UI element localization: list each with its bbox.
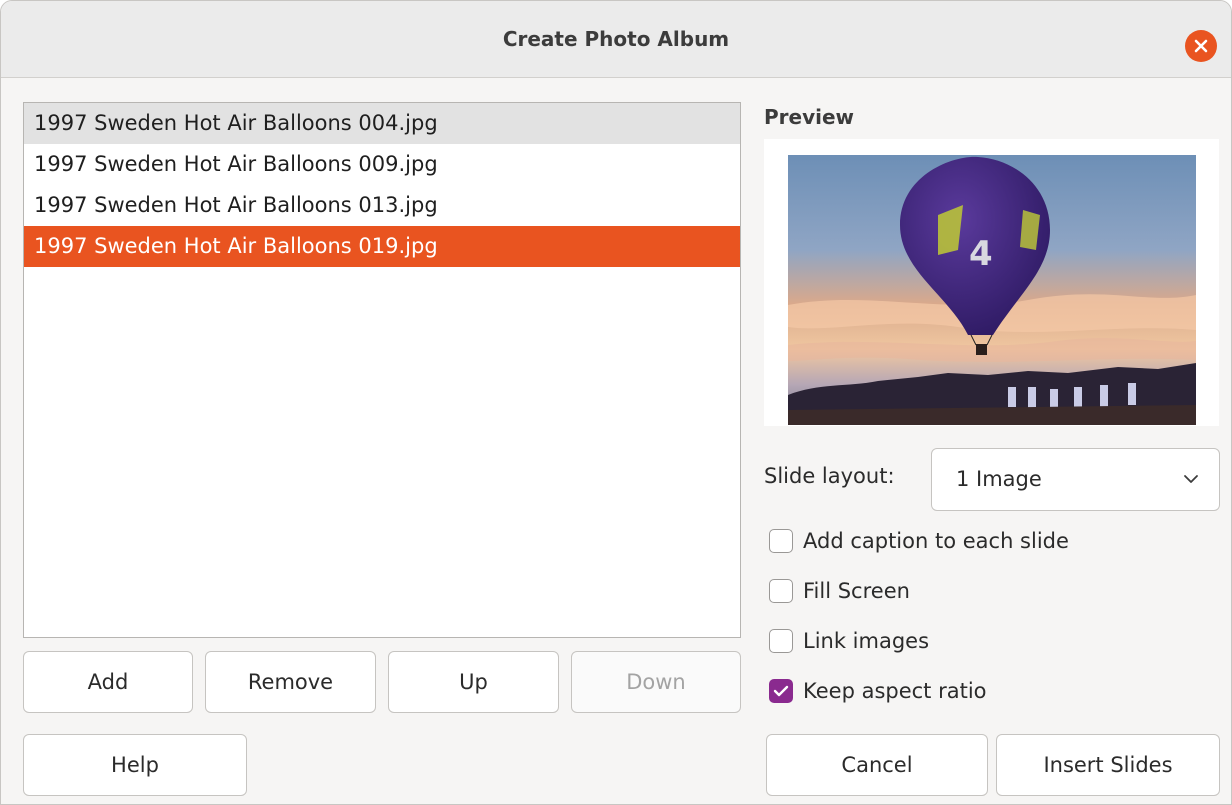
preview-image: 4 bbox=[788, 155, 1196, 425]
link-images-checkbox[interactable]: Link images bbox=[769, 626, 929, 656]
add-caption-label: Add caption to each slide bbox=[803, 529, 1069, 553]
remove-button[interactable]: Remove bbox=[205, 651, 376, 713]
image-file-list[interactable]: 1997 Sweden Hot Air Balloons 004.jpg 199… bbox=[23, 102, 741, 638]
add-caption-checkbox[interactable]: Add caption to each slide bbox=[769, 526, 1069, 556]
add-button[interactable]: Add bbox=[23, 651, 193, 713]
checkmark-icon bbox=[773, 685, 789, 697]
checkbox-box[interactable] bbox=[769, 629, 793, 653]
insert-slides-button[interactable]: Insert Slides bbox=[996, 734, 1220, 796]
list-item[interactable]: 1997 Sweden Hot Air Balloons 004.jpg bbox=[24, 103, 740, 144]
list-item[interactable]: 1997 Sweden Hot Air Balloons 009.jpg bbox=[24, 144, 740, 185]
chevron-down-icon bbox=[1184, 475, 1198, 483]
keep-aspect-ratio-label: Keep aspect ratio bbox=[803, 679, 987, 703]
checkbox-box[interactable] bbox=[769, 529, 793, 553]
dialog-title: Create Photo Album bbox=[502, 27, 730, 51]
help-button[interactable]: Help bbox=[23, 734, 247, 796]
slide-layout-value: 1 Image bbox=[956, 467, 1042, 491]
link-images-label: Link images bbox=[803, 629, 930, 653]
keep-aspect-ratio-checkbox[interactable]: Keep aspect ratio bbox=[769, 676, 987, 706]
preview-heading: Preview bbox=[764, 105, 855, 129]
checkbox-box[interactable] bbox=[769, 579, 793, 603]
list-item[interactable]: 1997 Sweden Hot Air Balloons 013.jpg bbox=[24, 185, 740, 226]
preview-frame: 4 bbox=[764, 139, 1219, 426]
list-item-selected[interactable]: 1997 Sweden Hot Air Balloons 019.jpg bbox=[24, 226, 740, 267]
slide-layout-label: Slide layout: bbox=[764, 464, 895, 488]
svg-text:4: 4 bbox=[969, 234, 993, 274]
fill-screen-label: Fill Screen bbox=[803, 579, 910, 603]
slide-layout-dropdown[interactable]: 1 Image bbox=[931, 448, 1220, 511]
create-photo-album-dialog: Create Photo Album 1997 Sweden Hot Air B… bbox=[0, 0, 1232, 805]
down-button: Down bbox=[571, 651, 741, 713]
checkbox-box-checked[interactable] bbox=[769, 679, 793, 703]
close-icon bbox=[1194, 39, 1208, 53]
cancel-button[interactable]: Cancel bbox=[766, 734, 988, 796]
fill-screen-checkbox[interactable]: Fill Screen bbox=[769, 576, 910, 606]
up-button[interactable]: Up bbox=[388, 651, 559, 713]
title-bar: Create Photo Album bbox=[1, 1, 1231, 78]
close-button[interactable] bbox=[1185, 30, 1217, 62]
